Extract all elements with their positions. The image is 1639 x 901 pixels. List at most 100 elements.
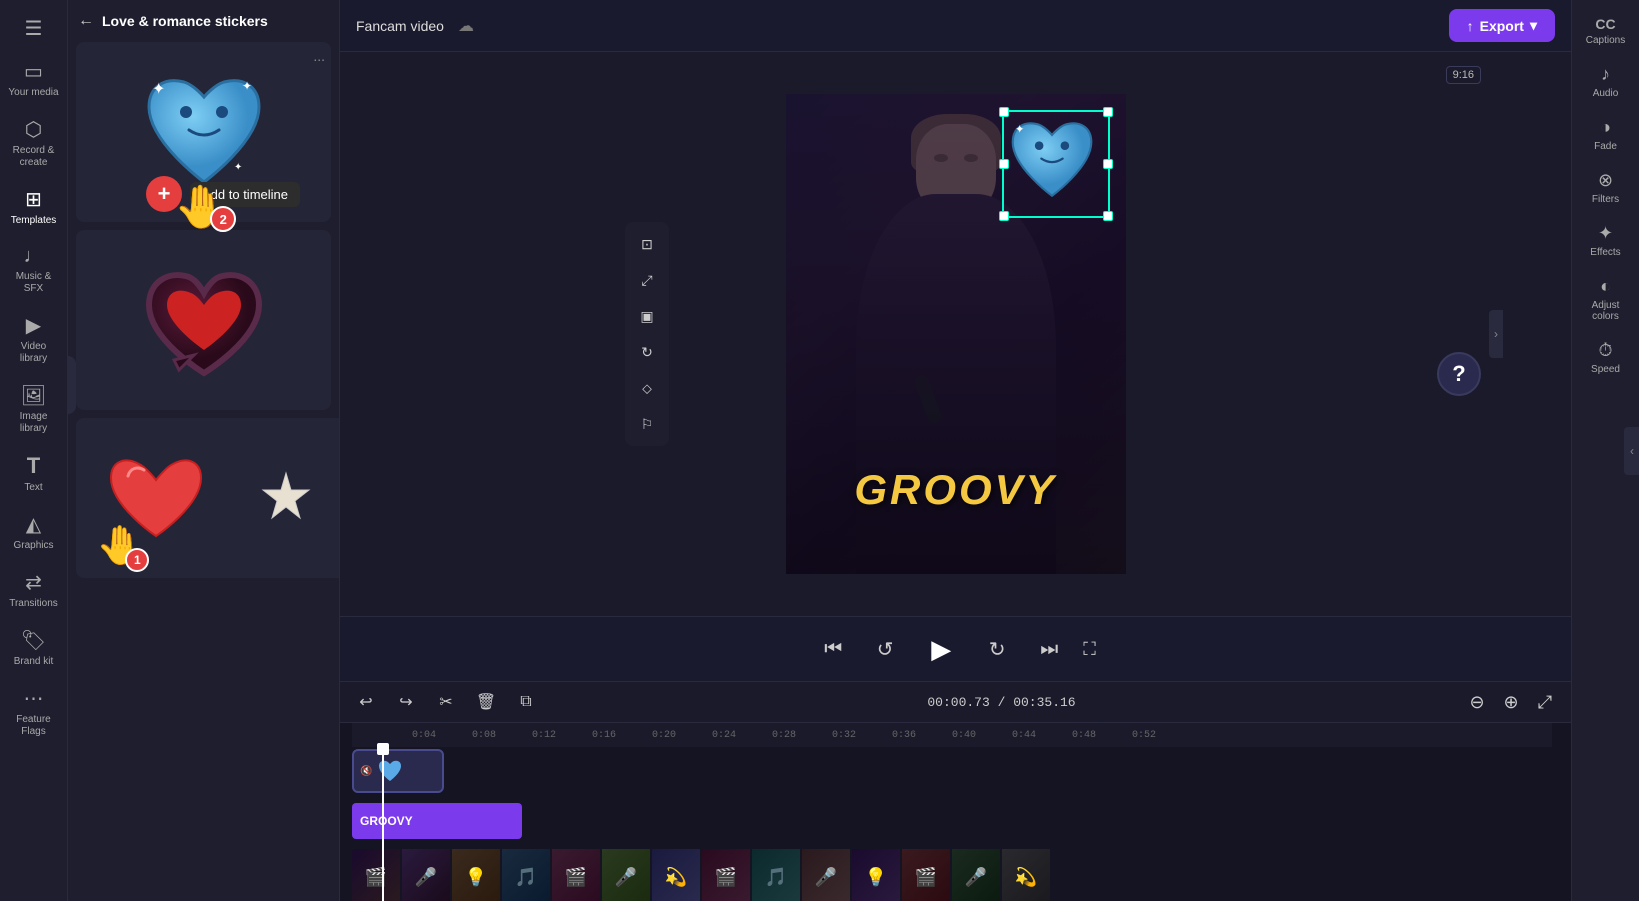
play-pause-button[interactable]: ▶ (919, 627, 963, 671)
cut-button[interactable]: ✂ (432, 688, 460, 716)
right-item-audio[interactable]: ♪ Audio (1576, 56, 1636, 107)
sticker-more-button[interactable]: ... (313, 48, 325, 64)
undo-button[interactable]: ↩ (352, 688, 380, 716)
zoom-in-button[interactable]: ⊕ (1497, 688, 1525, 716)
canvas-tool-pip[interactable]: ▣ (631, 300, 663, 332)
video-thumb-8: 🎬 (702, 849, 750, 901)
right-item-filters[interactable]: ⊗ Filters (1576, 162, 1636, 213)
redo-button[interactable]: ↪ (392, 688, 420, 716)
speed-icon: ⏱ (1598, 340, 1612, 361)
export-chevron-icon: ▾ (1530, 17, 1537, 34)
sticker-track-clip[interactable]: 🔇 (352, 749, 444, 793)
resize-handle-br[interactable] (1103, 211, 1113, 221)
bubble-heart-image (139, 255, 269, 385)
rewind-5s-button[interactable]: ↺ (867, 631, 903, 667)
sticker-list: ✦ ✦ ✦ ... + Add to timeline 🤚 2 (68, 38, 339, 901)
right-item-fade[interactable]: ◑ Fade (1576, 109, 1636, 160)
right-panel-collapse-button[interactable]: › (1489, 310, 1503, 358)
adjust-colors-icon: ◐ (1600, 276, 1611, 297)
back-button[interactable]: ← (78, 12, 94, 30)
right-item-captions[interactable]: CC Captions (1576, 8, 1636, 54)
nav-image-library[interactable]: 🖼 Imagelibrary (4, 375, 64, 443)
ruler-mark-10: 0:44 (1012, 730, 1036, 741)
sticker-item-misc[interactable] (206, 418, 340, 578)
main-area: Fancam video ☁ ↑ Export ▾ ⊡ ⤢ ▣ ↻ ⬦ ⚐ 9:… (340, 0, 1571, 901)
canvas-sticker-container[interactable]: ✦ (1002, 110, 1110, 218)
video-canvas[interactable]: GROOVY (786, 94, 1126, 574)
aspect-ratio-badge: 9:16 (1446, 66, 1481, 84)
ruler-mark-11: 0:48 (1072, 730, 1096, 741)
svg-text:✦: ✦ (152, 81, 165, 98)
groovy-text: GROOVY (854, 466, 1056, 514)
transitions-icon: ⇄ (25, 570, 42, 595)
resize-handle-tl[interactable] (999, 107, 1009, 117)
video-thumb-7: 💫 (652, 849, 700, 901)
nav-graphics[interactable]: ◭ Graphics (4, 504, 64, 560)
templates-icon: ⊞ (25, 187, 42, 212)
timeline-ruler: 0:04 0:08 0:12 0:16 0:20 0:24 0:28 0:32 … (352, 723, 1552, 747)
video-thumb-5: 🎬 (552, 849, 600, 901)
groovy-track-clip[interactable]: GROOVY (352, 803, 522, 839)
unsaved-icon[interactable]: ☁ (458, 16, 474, 36)
resize-handle-ml[interactable] (999, 159, 1009, 169)
canvas-tool-rotate[interactable]: ↻ (631, 336, 663, 368)
canvas-tools: ⊡ ⤢ ▣ ↻ ⬦ ⚐ (625, 222, 669, 446)
video-library-icon: ▶ (26, 313, 41, 338)
video-background: GROOVY (786, 94, 1126, 574)
zoom-out-button[interactable]: ⊖ (1463, 688, 1491, 716)
nav-video-library[interactable]: ▶ Video library (4, 305, 64, 373)
delete-button[interactable]: 🗑 (472, 688, 500, 716)
playback-controls: ⏮ ↺ ▶ ↻ ⏭ ⛶ (340, 616, 1571, 681)
sticker-item-blue-heart[interactable]: ✦ ✦ ✦ ... (76, 42, 331, 222)
fullscreen-button[interactable]: ⛶ (1083, 639, 1096, 660)
canvas-tool-crop[interactable]: ⊡ (631, 228, 663, 260)
panel-header: ← Love & romance stickers (68, 0, 339, 38)
duplicate-button[interactable]: ⧉ (512, 688, 540, 716)
canvas-area[interactable]: ⊡ ⤢ ▣ ↻ ⬦ ⚐ 9:16 (340, 52, 1571, 616)
red-heart-image (106, 448, 206, 548)
video-track-clip[interactable]: 🎬 🎤 💡 🎵 🎬 🎤 💫 🎬 🎵 🎤 💡 🎬 🎤 💫 (352, 849, 1072, 901)
misc-sticker-image (256, 468, 316, 528)
sticker-item-bubble-heart[interactable] (76, 230, 331, 410)
nav-record-create[interactable]: ⬡ Record &create (4, 109, 64, 177)
skip-forward-button[interactable]: ⏭ (1031, 631, 1067, 667)
canvas-tool-flip[interactable]: ⬦ (631, 372, 663, 404)
top-bar: Fancam video ☁ ↑ Export ▾ (340, 0, 1571, 52)
sticker-track-row: 🔇 (352, 747, 1552, 795)
timeline-time-display: 00:00.73 / 00:35.16 (552, 695, 1451, 710)
right-item-effects[interactable]: ✦ Effects (1576, 215, 1636, 266)
nav-feature-flags[interactable]: ⋯ FeatureFlags (4, 678, 64, 746)
timeline-tracks[interactable]: 0:04 0:08 0:12 0:16 0:20 0:24 0:28 0:32 … (340, 723, 1571, 901)
captions-icon: CC (1595, 16, 1615, 32)
ruler-mark-4: 0:20 (652, 730, 676, 741)
video-thumb-10: 🎤 (802, 849, 850, 901)
canvas-tool-resize[interactable]: ⤢ (631, 264, 663, 296)
resize-handle-mr[interactable] (1103, 159, 1113, 169)
forward-5s-button[interactable]: ↻ (979, 631, 1015, 667)
nav-templates[interactable]: ⊞ Templates (4, 179, 64, 235)
timeline-playhead[interactable] (382, 747, 384, 901)
fit-timeline-button[interactable]: ⤢ (1531, 688, 1559, 716)
right-item-adjust-colors[interactable]: ◐ Adjustcolors (1576, 268, 1636, 330)
nav-brand-kit[interactable]: 🏷 Brand kit (4, 620, 64, 676)
canvas-tool-more[interactable]: ⚐ (631, 408, 663, 440)
help-button[interactable]: ? (1437, 352, 1481, 396)
audio-right-icon: ♪ (1601, 64, 1610, 85)
sticker-track-mute-icon: 🔇 (360, 766, 372, 777)
nav-menu[interactable]: ☰ (4, 8, 64, 49)
sticker-panel: ← Love & romance stickers (68, 0, 340, 901)
skip-back-button[interactable]: ⏮ (815, 631, 851, 667)
nav-music-sfx[interactable]: ♩ Music & SFX (4, 237, 64, 303)
export-button[interactable]: ↑ Export ▾ (1449, 9, 1555, 42)
aspect-ratio-value: 9:16 (1446, 66, 1481, 84)
resize-handle-tr[interactable] (1103, 107, 1113, 117)
panel-title: Love & romance stickers (102, 13, 268, 29)
export-label: Export (1480, 18, 1524, 34)
right-item-speed[interactable]: ⏱ Speed (1576, 332, 1636, 383)
svg-text:✦: ✦ (234, 162, 242, 173)
nav-transitions[interactable]: ⇄ Transitions (4, 562, 64, 618)
resize-handle-bl[interactable] (999, 211, 1009, 221)
your-media-icon: ▭ (24, 59, 43, 84)
nav-your-media[interactable]: ▭ Your media (4, 51, 64, 107)
nav-text[interactable]: T Text (4, 445, 64, 502)
